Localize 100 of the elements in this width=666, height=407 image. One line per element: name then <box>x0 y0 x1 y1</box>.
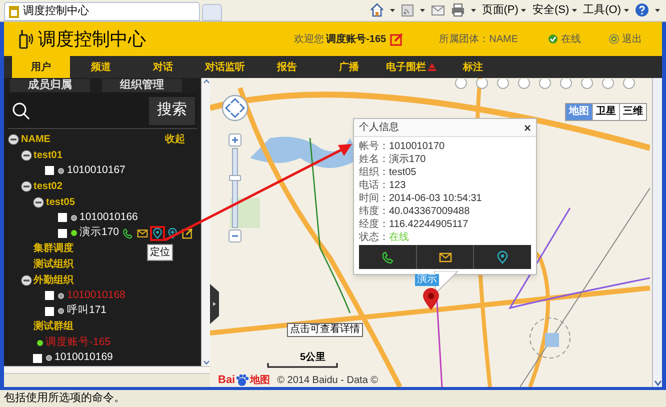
info-row-text: 组织：test05 <box>359 166 418 179</box>
tab-button[interactable]: 组织管理 <box>102 79 182 92</box>
info-row-text: 电话：123 <box>359 179 407 192</box>
tab-title: 调度控制中心 <box>23 4 89 20</box>
member-label[interactable]: 演示170 <box>80 225 120 242</box>
checkbox[interactable] <box>45 166 54 176</box>
edit-icon[interactable] <box>182 228 193 239</box>
team-label: 所属团体：NAME <box>439 32 518 46</box>
pan-control-icon[interactable] <box>221 94 249 122</box>
nav-tab[interactable]: 用户 <box>12 56 70 78</box>
airport-drawing <box>530 318 570 358</box>
feed-icon[interactable] <box>400 4 414 16</box>
caret-icon <box>624 8 629 12</box>
search-button[interactable]: 搜索 <box>149 96 195 124</box>
scroll-up-icon[interactable] <box>202 78 210 85</box>
nav-tab[interactable]: 电子围栏 <box>380 56 442 78</box>
logout-link[interactable]: 退出 <box>622 32 642 46</box>
info-row-text: 纬度：40.043367009488 <box>359 205 471 218</box>
check-icon <box>548 34 558 44</box>
mail-icon <box>438 250 452 264</box>
welcome-text: 欢迎您 <box>294 32 324 46</box>
map-copyright: © 2014 Baidu - Data © <box>277 374 378 387</box>
status-row-text: 状态：在线 <box>359 231 410 244</box>
map-type-button[interactable]: 卫星 <box>592 104 619 120</box>
caret-icon[interactable] <box>655 8 660 12</box>
app-icon <box>9 6 19 18</box>
add-pin-icon[interactable] <box>167 228 178 239</box>
location-pin-icon[interactable] <box>152 228 163 239</box>
collapse-icon[interactable] <box>20 181 32 192</box>
menu-button[interactable]: 安全(S) <box>532 2 578 18</box>
group-label[interactable]: NAME <box>21 132 50 148</box>
nav-tab[interactable]: 对话监听 <box>194 56 256 78</box>
group-label[interactable]: 集群调度 <box>34 241 74 256</box>
printer-icon[interactable] <box>450 3 465 17</box>
info-row-text: 时间：2014-06-03 10:54:31 <box>359 192 483 205</box>
caret-icon[interactable] <box>390 8 395 12</box>
info-row-text: 经度：116.42244905117 <box>359 218 470 231</box>
nav-tab[interactable]: 报告 <box>256 56 318 78</box>
member-label[interactable]: 呼叫171 <box>67 303 107 320</box>
collapse-icon[interactable] <box>8 134 19 146</box>
info-row-text: 帐号：1010010170 <box>359 140 446 153</box>
close-button[interactable]: × <box>524 122 531 134</box>
checkbox[interactable] <box>45 306 54 316</box>
group-label[interactable]: 外勤组织 <box>34 272 74 288</box>
caret-icon <box>521 8 526 12</box>
info-row-text: 姓名：演示170 <box>359 153 427 166</box>
zoom-slider-thumb[interactable] <box>229 174 241 181</box>
status-bar-text: 包括使用所选项的命令。 <box>4 391 125 406</box>
zoom-in-button[interactable] <box>228 133 242 147</box>
member-label[interactable]: 1010010169 <box>54 350 113 366</box>
tab-button[interactable]: 成员归属 <box>10 79 90 92</box>
popup-title: 个人信息 <box>359 120 399 135</box>
member-label[interactable]: 1010010167 <box>67 163 126 179</box>
paw-logo-icon <box>236 374 250 386</box>
phone-icon[interactable] <box>122 228 133 239</box>
map-background[interactable]: 地图 卫星 三维 个人信息 × 帐号：1010010170 姓名：演示170 组织：test05 电话：123 时间：2014-06-03 10:54:31 纬度：40.043367009488 经度：116.42244905117 状态：在线 演示 点击可查看详情 5公里 Bai 地图 © 2014 Baidu - Data © <box>210 78 652 387</box>
caret-icon[interactable] <box>470 8 476 12</box>
menu-button[interactable]: 工具(O) <box>583 2 629 18</box>
nav-tab[interactable]: 对话 <box>132 56 194 78</box>
collapse-link[interactable]: 收起 <box>165 132 185 147</box>
map-type-button[interactable]: 三维 <box>619 104 646 120</box>
logo-text: Bai <box>218 373 236 387</box>
member-label[interactable]: 1010010166 <box>80 210 138 226</box>
collapse-icon[interactable] <box>20 274 32 286</box>
group-label[interactable]: test05 <box>46 194 75 210</box>
panel-toggle-tab[interactable] <box>210 284 219 324</box>
search-icon <box>12 102 30 120</box>
collapse-icon[interactable] <box>20 150 32 161</box>
location-pin-icon <box>496 250 510 264</box>
checkbox[interactable] <box>32 354 42 363</box>
online-status: 在线 <box>561 32 581 46</box>
group-label[interactable]: test02 <box>34 179 62 194</box>
nav-tab[interactable]: 标注 <box>442 56 504 78</box>
home-icon[interactable] <box>370 3 384 17</box>
fence-icon <box>428 63 436 71</box>
phone-icon <box>380 250 394 264</box>
group-label[interactable]: 测试组织 <box>34 257 74 272</box>
scale-label: 5公里 <box>300 350 326 365</box>
caret-icon <box>572 8 578 12</box>
help-icon[interactable] <box>635 3 649 17</box>
scroll-down-icon[interactable] <box>654 379 662 387</box>
collapse-icon[interactable] <box>33 196 44 208</box>
scale-bar <box>267 363 338 368</box>
browser-tab[interactable]: 调度控制中心 <box>4 2 200 21</box>
group-label[interactable]: test01 <box>34 148 62 163</box>
nav-tab[interactable]: 广播 <box>318 56 380 78</box>
checkbox[interactable] <box>58 228 66 238</box>
marker-label: 演示 <box>415 274 439 286</box>
mail-icon[interactable] <box>137 228 148 239</box>
map-marker-icon[interactable] <box>422 288 440 310</box>
app-title: 调度控制中心 <box>38 28 146 50</box>
zoom-out-button[interactable] <box>228 229 242 243</box>
checkbox[interactable] <box>45 291 54 300</box>
menu-button[interactable]: 页面(P) <box>482 2 526 18</box>
nav-tab[interactable]: 频道 <box>70 56 132 78</box>
caret-icon[interactable] <box>420 8 425 12</box>
checkbox[interactable] <box>58 213 66 222</box>
group-label[interactable]: 测试群组 <box>34 319 74 334</box>
scroll-down-icon[interactable] <box>202 359 210 366</box>
zoom-slider-track[interactable] <box>232 148 238 228</box>
